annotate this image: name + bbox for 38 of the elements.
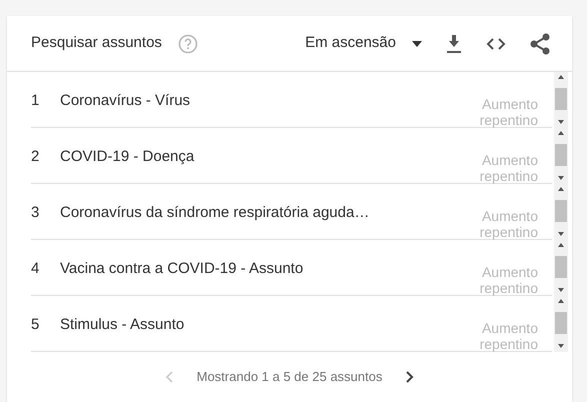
filter-dropdown[interactable]: Em ascensão <box>305 32 422 55</box>
caret-icon <box>412 40 422 46</box>
panel-title: Pesquisar assuntos <box>31 33 162 54</box>
share-icon[interactable] <box>530 32 550 54</box>
scroll-thumb[interactable] <box>555 256 567 278</box>
trend-value: Aumento repentino <box>478 95 538 127</box>
scroll-down-icon[interactable] <box>558 232 564 236</box>
scroll-thumb[interactable] <box>555 88 567 110</box>
trend-value: Aumento repentino <box>478 207 538 239</box>
rank-number: 4 <box>31 259 40 279</box>
scroll-up-icon[interactable] <box>558 75 564 79</box>
rank-number: 3 <box>31 203 40 223</box>
scroll-up-icon[interactable] <box>558 243 564 247</box>
topic-link[interactable]: Vacina contra a COVID-19 - Assunto <box>60 240 468 295</box>
pagination-text: Mostrando 1 a 5 de 25 assuntos <box>196 368 382 386</box>
scroll-thumb[interactable] <box>555 200 567 222</box>
download-icon[interactable] <box>446 34 462 52</box>
topic-link[interactable]: Coronavírus - Vírus <box>60 72 468 127</box>
embed-icon[interactable] <box>486 38 506 50</box>
rank-number: 2 <box>31 147 40 167</box>
topic-link[interactable]: COVID-19 - Doença <box>60 128 468 183</box>
trend-value: Aumento repentino <box>478 151 538 183</box>
scroll-thumb[interactable] <box>555 144 567 166</box>
topic-link[interactable]: Coronavírus da síndrome respiratória aguda… <box>60 184 468 239</box>
rank-number: 5 <box>31 315 40 335</box>
scroll-down-icon[interactable] <box>558 288 564 292</box>
next-page-button[interactable] <box>406 371 414 383</box>
topic-link[interactable]: Stimulus - Assunto <box>60 296 468 351</box>
rank-number: 1 <box>31 91 40 111</box>
scroll-down-icon[interactable] <box>558 344 564 348</box>
scroll-thumb[interactable] <box>555 312 567 334</box>
scroll-up-icon[interactable] <box>558 187 564 191</box>
scroll-up-icon[interactable] <box>558 131 564 135</box>
scroll-down-icon[interactable] <box>558 176 564 180</box>
scroll-up-icon[interactable] <box>558 299 564 303</box>
scroll-down-icon[interactable] <box>558 120 564 124</box>
trend-value: Aumento repentino <box>478 319 538 351</box>
trend-value: Aumento repentino <box>478 263 538 295</box>
